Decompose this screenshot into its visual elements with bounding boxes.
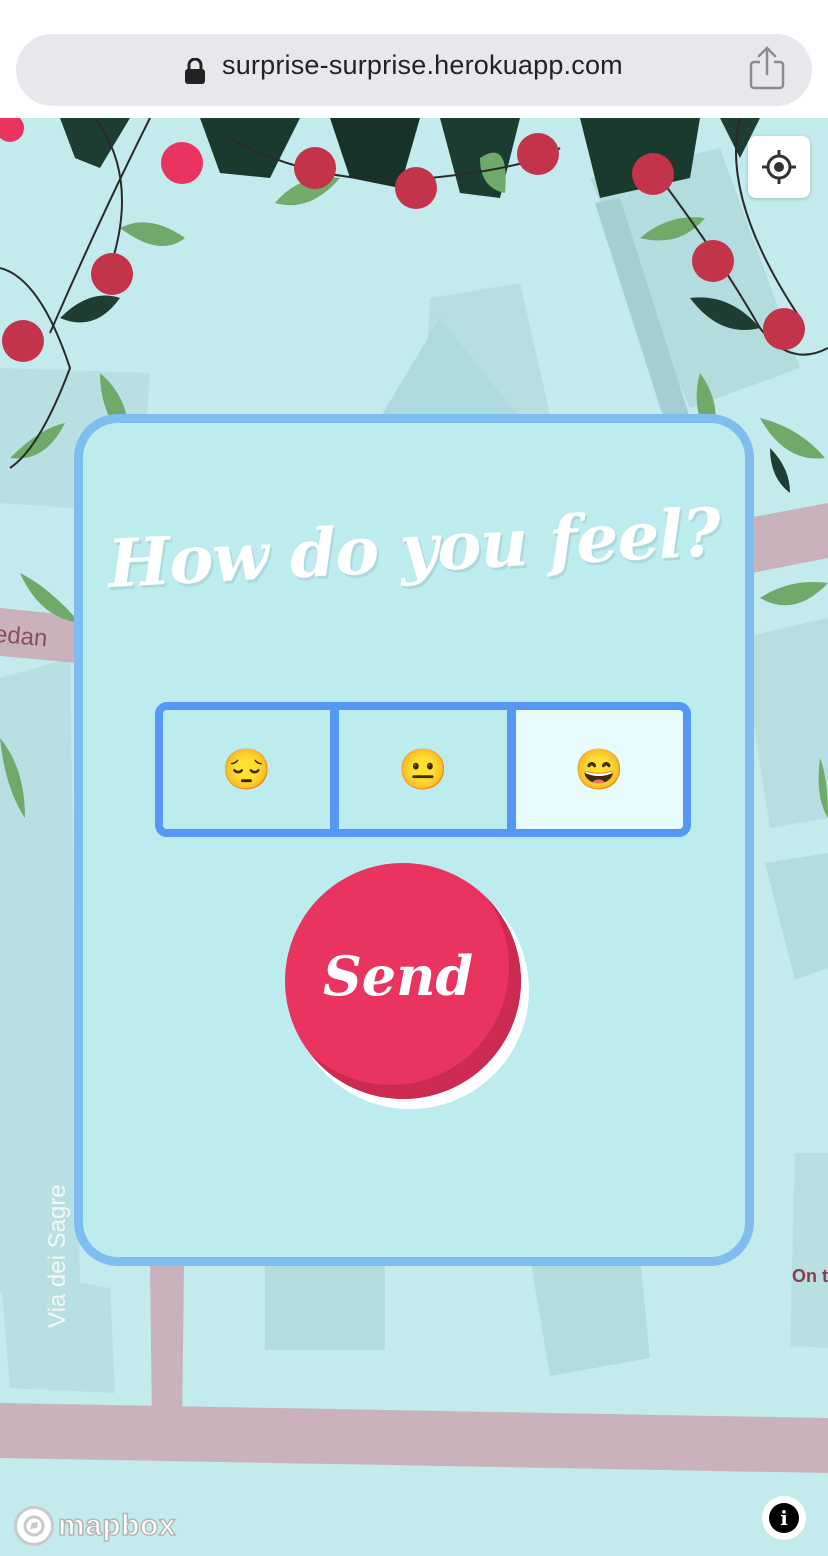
attribution-info-button[interactable]: i [762,1496,806,1540]
share-icon[interactable] [748,46,786,90]
neutral-face-icon: 😐 [398,748,448,792]
lock-icon [185,58,205,84]
browser-toolbar: surprise-surprise.herokuapp.com [0,0,828,118]
mood-selector: 😔 😐 😄 [155,702,691,837]
mood-option-happy[interactable]: 😄 [506,710,683,829]
road-label: edan [0,620,49,653]
mood-card: How do you feel? 😔 😐 😄 Send [74,414,754,1266]
info-icon: i [769,1503,799,1533]
road-label: On t [792,1266,828,1286]
locate-icon [762,150,796,184]
mapbox-wordmark: mapbox [57,1508,177,1543]
pensive-face-icon: 😔 [221,748,272,792]
url-text[interactable]: surprise-surprise.herokuapp.com [222,50,623,81]
mapbox-logo-icon [14,1506,54,1546]
send-label: Send [322,944,474,1008]
mapbox-logo[interactable]: mapbox [14,1506,176,1546]
road-label: Via dei Sagre [44,1184,71,1328]
send-button-wrapper: Send [283,863,533,1123]
mood-option-sad[interactable]: 😔 [163,710,331,829]
geolocate-button[interactable] [748,136,810,198]
mood-option-neutral[interactable]: 😐 [330,710,507,829]
card-title: How do you feel? [105,493,723,603]
grinning-face-icon: 😄 [574,748,625,792]
send-button[interactable]: Send [285,863,521,1099]
